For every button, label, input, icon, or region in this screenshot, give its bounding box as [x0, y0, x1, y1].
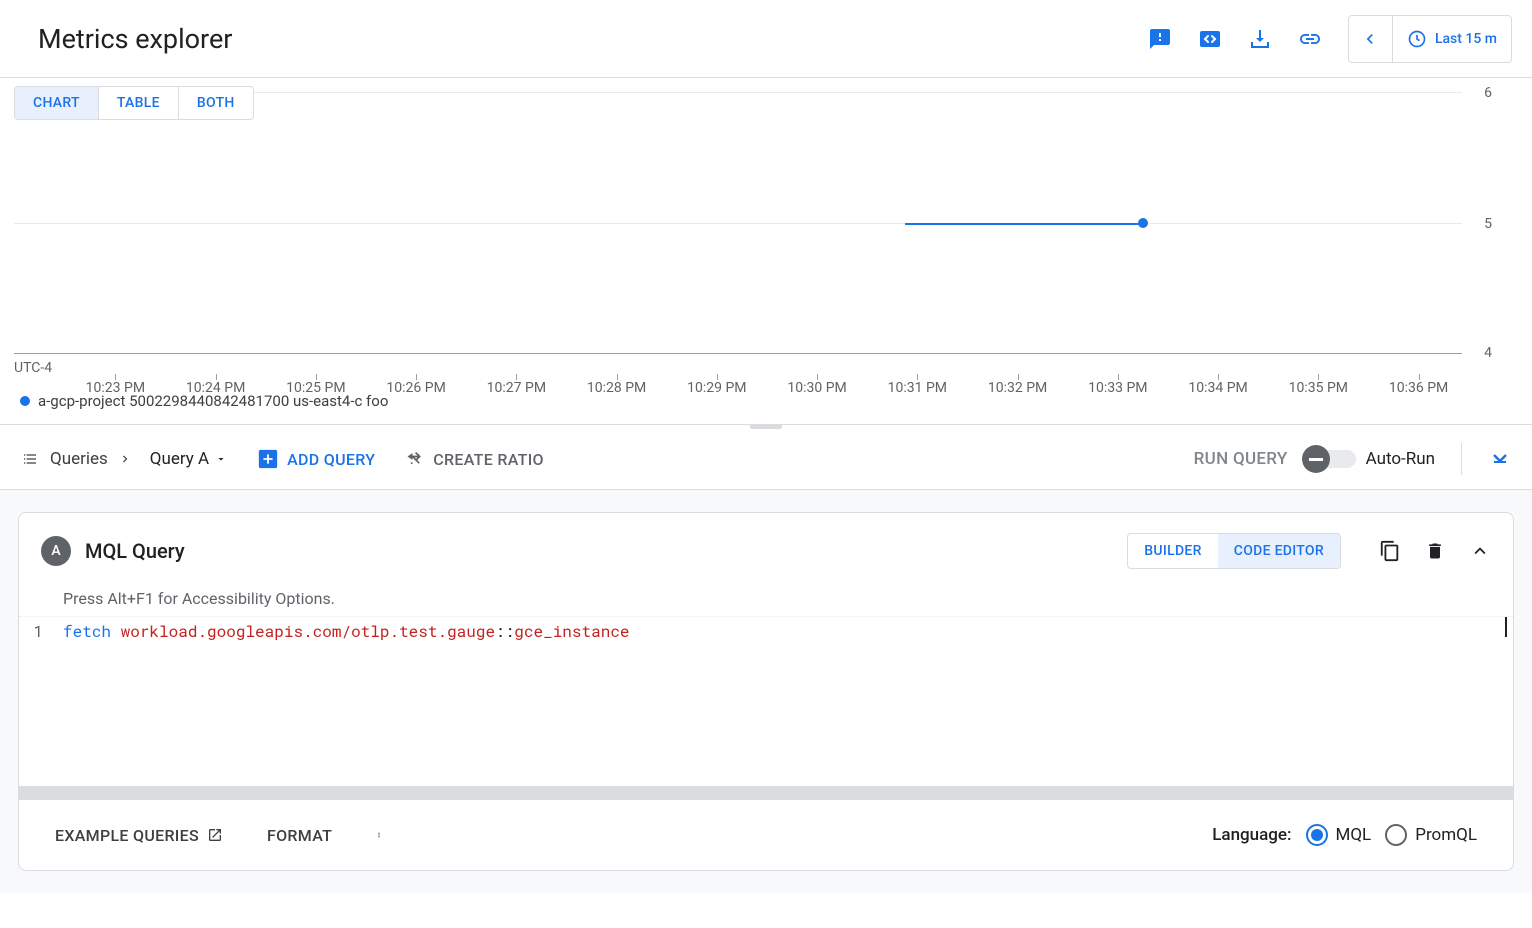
editor-header: A MQL Query BUILDER CODE EDITOR: [19, 513, 1513, 583]
time-range-button[interactable]: Last 15 m: [1393, 16, 1511, 62]
query-badge: A: [41, 536, 71, 566]
editor-footer: EXAMPLE QUERIES FORMAT Language: MQL Pro…: [19, 800, 1513, 870]
x-tick: 10:27 PM: [487, 380, 546, 396]
tab-both[interactable]: BOTH: [179, 87, 253, 119]
code-icon[interactable]: [1186, 15, 1234, 63]
x-tick: 10:28 PM: [587, 380, 646, 396]
mode-code-editor[interactable]: CODE EDITOR: [1218, 534, 1340, 568]
x-tick: 10:23 PM: [86, 380, 145, 396]
header-actions: Last 15 m: [1136, 15, 1512, 63]
auto-run-toggle[interactable]: Auto-Run: [1306, 449, 1435, 469]
x-tick: 10:36 PM: [1389, 380, 1448, 396]
delete-icon[interactable]: [1425, 540, 1445, 562]
add-query-button[interactable]: ADD QUERY: [257, 448, 375, 470]
more-vert-icon: [376, 824, 382, 846]
mode-builder[interactable]: BUILDER: [1128, 534, 1218, 568]
x-tick: 10:33 PM: [1088, 380, 1147, 396]
download-icon[interactable]: [1236, 15, 1284, 63]
language-section: Language: MQL PromQL: [1212, 824, 1477, 846]
cursor-indicator: [1505, 617, 1507, 637]
x-tick: 10:30 PM: [787, 380, 846, 396]
tab-chart[interactable]: CHART: [15, 87, 99, 119]
tab-table[interactable]: TABLE: [99, 87, 179, 119]
query-name: Query A: [150, 449, 209, 469]
chevron-right-icon: [118, 452, 132, 466]
query-editor: A MQL Query BUILDER CODE EDITOR Press Al…: [18, 512, 1514, 871]
clock-icon: [1407, 29, 1427, 49]
x-tick: 10:34 PM: [1188, 380, 1247, 396]
radio-icon: [1385, 824, 1407, 846]
radio-promql[interactable]: PromQL: [1385, 824, 1477, 846]
legend-color-dot: [20, 396, 30, 406]
language-label: Language:: [1212, 825, 1291, 845]
query-toolbar: Queries Query A ADD QUERY CREATE RATIO R…: [0, 429, 1532, 490]
editor-wrap: A MQL Query BUILDER CODE EDITOR Press Al…: [0, 490, 1532, 893]
line-number: 1: [19, 621, 63, 782]
time-range-selector: Last 15 m: [1348, 15, 1512, 63]
radio-icon: [1306, 824, 1328, 846]
chevron-left-icon: [1360, 29, 1380, 49]
x-tick: 10:26 PM: [386, 380, 445, 396]
timezone-label: UTC-4: [14, 360, 52, 376]
editor-scrollbar[interactable]: [19, 786, 1513, 800]
editor-icon-group: [1379, 540, 1491, 562]
y-tick: 6: [1484, 85, 1492, 101]
copy-icon[interactable]: [1379, 540, 1401, 562]
open-in-new-icon: [207, 827, 223, 843]
code-line: fetch workload.googleapis.com/otlp.test.…: [63, 621, 1513, 782]
dropdown-triangle-icon: [215, 453, 227, 465]
page-title: Metrics explorer: [38, 23, 232, 55]
plus-box-icon: [257, 448, 279, 470]
drag-handle[interactable]: [0, 424, 1532, 429]
x-tick: 10:29 PM: [687, 380, 746, 396]
time-prev-button[interactable]: [1349, 16, 1393, 62]
y-tick: 4: [1484, 345, 1492, 361]
toggle-switch: [1306, 450, 1356, 468]
create-ratio-button[interactable]: CREATE RATIO: [405, 449, 544, 469]
list-icon: [20, 451, 40, 467]
auto-run-label: Auto-Run: [1366, 449, 1435, 469]
query-selector[interactable]: Query A: [150, 449, 227, 469]
format-button[interactable]: FORMAT: [267, 826, 332, 845]
a11y-hint: Press Alt+F1 for Accessibility Options.: [19, 583, 1513, 616]
toggle-knob: [1302, 445, 1330, 473]
x-tick: 10:32 PM: [988, 380, 1047, 396]
link-icon[interactable]: [1286, 15, 1334, 63]
more-menu-button[interactable]: [376, 824, 382, 846]
data-point: [1138, 218, 1148, 228]
view-tabs: CHART TABLE BOTH: [14, 86, 254, 120]
y-tick: 5: [1484, 216, 1492, 232]
query-title: MQL Query: [85, 539, 185, 563]
radio-mql[interactable]: MQL: [1306, 824, 1372, 846]
x-tick: 10:31 PM: [888, 380, 947, 396]
run-query-button[interactable]: RUN QUERY: [1194, 449, 1288, 469]
x-tick: 10:35 PM: [1289, 380, 1348, 396]
x-tick: 10:24 PM: [186, 380, 245, 396]
collapse-panel-button[interactable]: [1488, 445, 1512, 473]
chart-canvas[interactable]: 6 5 4 10:23 PM10:24 PM10:25 PM10:26 PM10…: [14, 92, 1462, 354]
chevron-up-icon[interactable]: [1469, 540, 1491, 562]
mode-switch: BUILDER CODE EDITOR: [1127, 533, 1341, 569]
queries-label-group: Queries: [20, 449, 132, 469]
queries-label: Queries: [50, 449, 108, 469]
example-queries-button[interactable]: EXAMPLE QUERIES: [55, 826, 223, 845]
feedback-icon[interactable]: [1136, 15, 1184, 63]
chart-area: 6 5 4 10:23 PM10:24 PM10:25 PM10:26 PM10…: [0, 78, 1532, 388]
series-line: [905, 223, 1144, 225]
ratio-icon: [405, 449, 425, 469]
header: Metrics explorer Last 15 m: [0, 0, 1532, 78]
x-tick: 10:25 PM: [286, 380, 345, 396]
time-range-label: Last 15 m: [1435, 31, 1497, 47]
code-editor-area[interactable]: 1 fetch workload.googleapis.com/otlp.tes…: [19, 616, 1513, 786]
